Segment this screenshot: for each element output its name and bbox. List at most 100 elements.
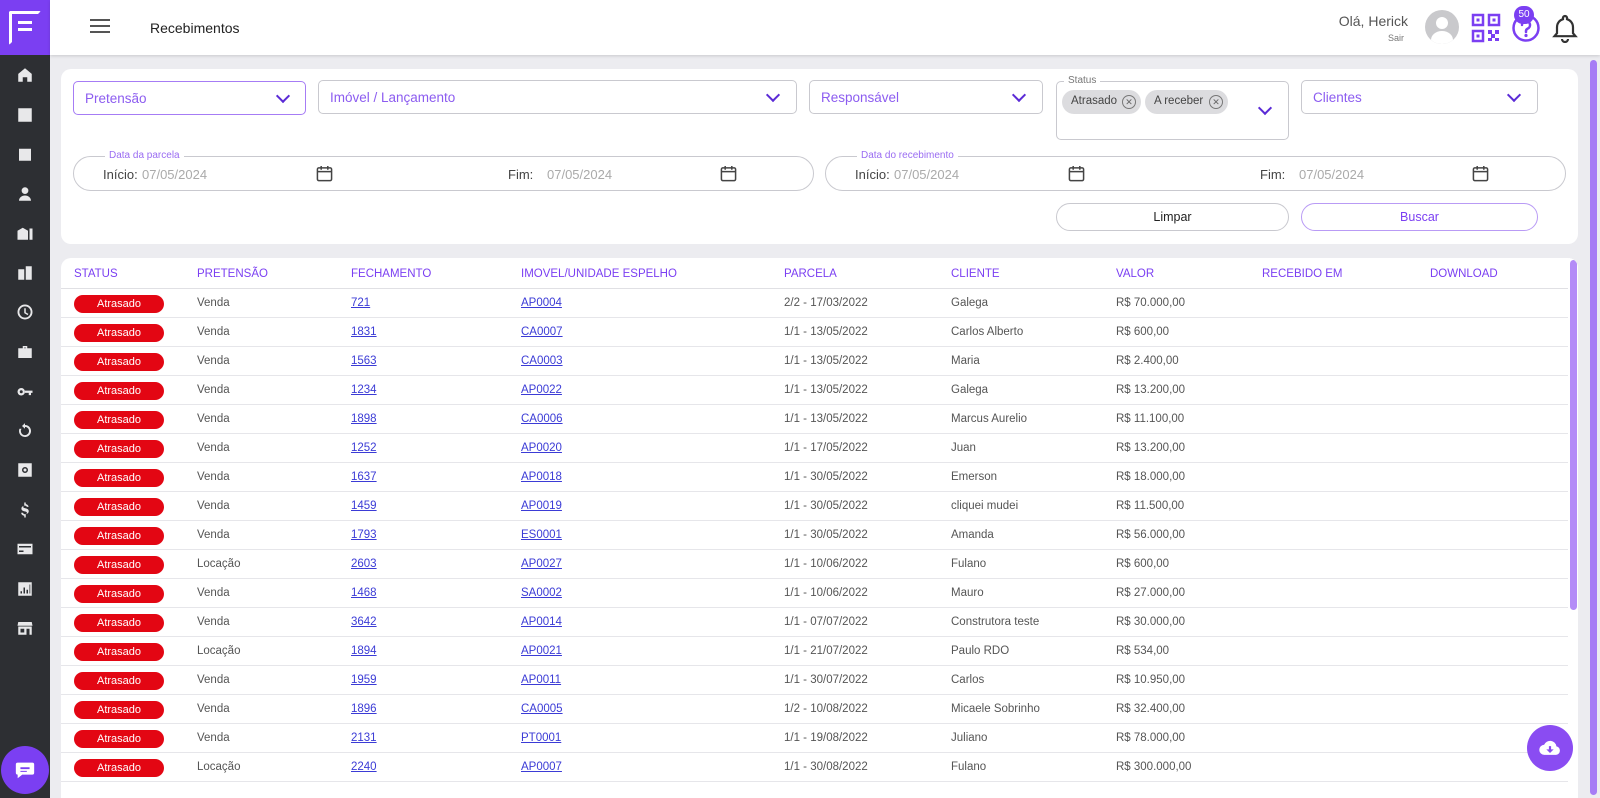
fechamento-cell[interactable]: 1896	[351, 703, 377, 715]
imovel-cell[interactable]: CA0005	[521, 703, 563, 715]
column-header-status[interactable]: STATUS	[74, 268, 118, 280]
table-row[interactable]: Atrasado Locação 2603 AP0027 1/1 - 10/06/202…	[61, 550, 1568, 579]
fechamento-cell[interactable]: 1637	[351, 471, 377, 483]
table-row[interactable]: Atrasado Locação 1894 AP0021 1/1 - 21/07/202…	[61, 637, 1568, 666]
chip-remove-icon[interactable]: ✕	[1122, 95, 1136, 109]
fechamento-cell[interactable]: 1563	[351, 355, 377, 367]
fechamento-cell[interactable]: 1894	[351, 645, 377, 657]
home-icon[interactable]	[13, 63, 37, 87]
person-icon[interactable]	[13, 182, 37, 206]
column-header-valor[interactable]: VALOR	[1116, 268, 1154, 280]
refresh-icon[interactable]	[13, 419, 37, 443]
fechamento-cell[interactable]: 1459	[351, 500, 377, 512]
fechamento-cell[interactable]: 1252	[351, 442, 377, 454]
table-row[interactable]: Atrasado Venda 1459 AP0019 1/1 - 30/05/2022 c…	[61, 492, 1568, 521]
settings-box-icon[interactable]	[13, 458, 37, 482]
table-row[interactable]: Atrasado Venda 1831 CA0007 1/1 - 13/05/2022 C…	[61, 318, 1568, 347]
imovel-cell[interactable]: AP0022	[521, 384, 562, 396]
app-logo[interactable]	[0, 0, 50, 55]
fechamento-cell[interactable]: 1831	[351, 326, 377, 338]
building-icon[interactable]	[13, 221, 37, 245]
fechamento-cell[interactable]: 721	[351, 297, 370, 309]
bell-icon[interactable]	[1550, 13, 1580, 44]
table-row[interactable]: Atrasado Venda 1898 CA0006 1/1 - 13/05/2022 M…	[61, 405, 1568, 434]
fechamento-cell[interactable]: 1234	[351, 384, 377, 396]
imovel-cell[interactable]: AP0004	[521, 297, 562, 309]
table-row[interactable]: Atrasado Venda 721 AP0004 2/2 - 17/03/2022 Ga…	[61, 289, 1568, 318]
imovel-cell[interactable]: AP0018	[521, 471, 562, 483]
table-row[interactable]: Atrasado Venda 3642 AP0014 1/1 - 07/07/2022 C…	[61, 608, 1568, 637]
column-header-imovel[interactable]: IMOVEL/UNIDADE ESPELHO	[521, 268, 677, 280]
column-header-fechamento[interactable]: FECHAMENTO	[351, 268, 431, 280]
status-chip-a-receber[interactable]: A receber ✕	[1145, 90, 1228, 114]
table-row[interactable]: Atrasado Venda 1637 AP0018 1/1 - 30/05/2022 E…	[61, 463, 1568, 492]
table-row[interactable]: Atrasado Venda 1563 CA0003 1/1 - 13/05/2022 M…	[61, 347, 1568, 376]
imovel-cell[interactable]: AP0007	[521, 761, 562, 773]
qr-code-icon[interactable]	[1471, 13, 1501, 43]
imovel-cell[interactable]: AP0014	[521, 616, 562, 628]
recebimento-inicio-input[interactable]: 07/05/2024	[894, 167, 959, 182]
table-row[interactable]: Atrasado Venda 1793 ES0001 1/1 - 30/05/2022 A…	[61, 521, 1568, 550]
table-row[interactable]: Atrasado Venda 1896 CA0005 1/2 - 10/08/2022 M…	[61, 695, 1568, 724]
column-header-pretensao[interactable]: PRETENSÃO	[197, 268, 268, 280]
imovel-cell[interactable]: AP0019	[521, 500, 562, 512]
key-icon[interactable]	[13, 379, 37, 403]
fechamento-cell[interactable]: 1793	[351, 529, 377, 541]
imovel-cell[interactable]: AP0021	[521, 645, 562, 657]
city-icon[interactable]	[13, 261, 37, 285]
column-header-cliente[interactable]: CLIENTE	[951, 268, 1000, 280]
imovel-cell[interactable]: CA0003	[521, 355, 563, 367]
briefcase-icon[interactable]	[13, 340, 37, 364]
parcela-fim-input[interactable]: 07/05/2024	[547, 167, 612, 182]
column-header-recebido-em[interactable]: RECEBIDO EM	[1262, 268, 1343, 280]
chip-remove-icon[interactable]: ✕	[1209, 95, 1223, 109]
table-scrollbar-thumb[interactable]	[1570, 260, 1577, 610]
download-fab-button[interactable]	[1527, 725, 1573, 771]
imovel-cell[interactable]: SA0002	[521, 587, 562, 599]
calendar-icon[interactable]	[1068, 165, 1085, 182]
calendar-icon[interactable]	[1472, 165, 1489, 182]
limpar-button[interactable]: Limpar	[1056, 203, 1289, 231]
imovel-cell[interactable]: AP0027	[521, 558, 562, 570]
fechamento-cell[interactable]: 1468	[351, 587, 377, 599]
imovel-cell[interactable]: CA0006	[521, 413, 563, 425]
buscar-button[interactable]: Buscar	[1301, 203, 1538, 231]
pretensao-select[interactable]: Pretensão	[73, 81, 306, 115]
fechamento-cell[interactable]: 1959	[351, 674, 377, 686]
status-chip-atrasado[interactable]: Atrasado ✕	[1062, 90, 1141, 114]
responsavel-select[interactable]: Responsável	[809, 80, 1043, 114]
table-row[interactable]: Atrasado Venda 1468 SA0002 1/1 - 10/06/2022 M…	[61, 579, 1568, 608]
imovel-cell[interactable]: AP0020	[521, 442, 562, 454]
fechamento-cell[interactable]: 2131	[351, 732, 377, 744]
calendar-icon[interactable]	[720, 165, 737, 182]
fechamento-cell[interactable]: 2603	[351, 558, 377, 570]
column-header-parcela[interactable]: PARCELA	[784, 268, 837, 280]
imovel-cell[interactable]: ES0001	[521, 529, 562, 541]
parcela-inicio-input[interactable]: 07/05/2024	[142, 167, 207, 182]
column-header-download[interactable]: DOWNLOAD	[1430, 268, 1498, 280]
avatar[interactable]	[1425, 10, 1459, 44]
imovel-cell[interactable]: AP0011	[521, 674, 561, 686]
bar-chart-icon[interactable]	[13, 577, 37, 601]
table-row[interactable]: Atrasado Venda 1234 AP0022 1/1 - 13/05/2022 G…	[61, 376, 1568, 405]
fechamento-cell[interactable]: 3642	[351, 616, 377, 628]
clock-icon[interactable]	[13, 300, 37, 324]
imovel-select[interactable]: Imóvel / Lançamento	[318, 80, 797, 114]
store-icon[interactable]	[13, 616, 37, 640]
dollar-icon[interactable]	[13, 498, 37, 522]
table-row[interactable]: Atrasado Venda 1252 AP0020 1/1 - 17/05/2022 J…	[61, 434, 1568, 463]
fechamento-cell[interactable]: 2240	[351, 761, 377, 773]
credit-card-icon[interactable]	[13, 537, 37, 561]
calendar-icon[interactable]	[13, 142, 37, 166]
fechamento-cell[interactable]: 1898	[351, 413, 377, 425]
table-row[interactable]: Atrasado Venda 1959 AP0011 1/1 - 30/07/2022 C…	[61, 666, 1568, 695]
imovel-cell[interactable]: PT0001	[521, 732, 561, 744]
clientes-select[interactable]: Clientes	[1301, 80, 1538, 114]
table-row[interactable]: Atrasado Venda 2131 PT0001 1/1 - 19/08/2022 J…	[61, 724, 1568, 753]
status-multiselect[interactable]: Status Atrasado ✕ A receber ✕	[1056, 75, 1289, 140]
page-scrollbar-thumb[interactable]	[1590, 60, 1597, 795]
imovel-cell[interactable]: CA0007	[521, 326, 563, 338]
chat-button[interactable]	[1, 746, 49, 794]
table-row[interactable]: Atrasado Locação 2240 AP0007 1/1 - 30/08/202…	[61, 753, 1568, 782]
calendar-icon[interactable]	[316, 165, 333, 182]
